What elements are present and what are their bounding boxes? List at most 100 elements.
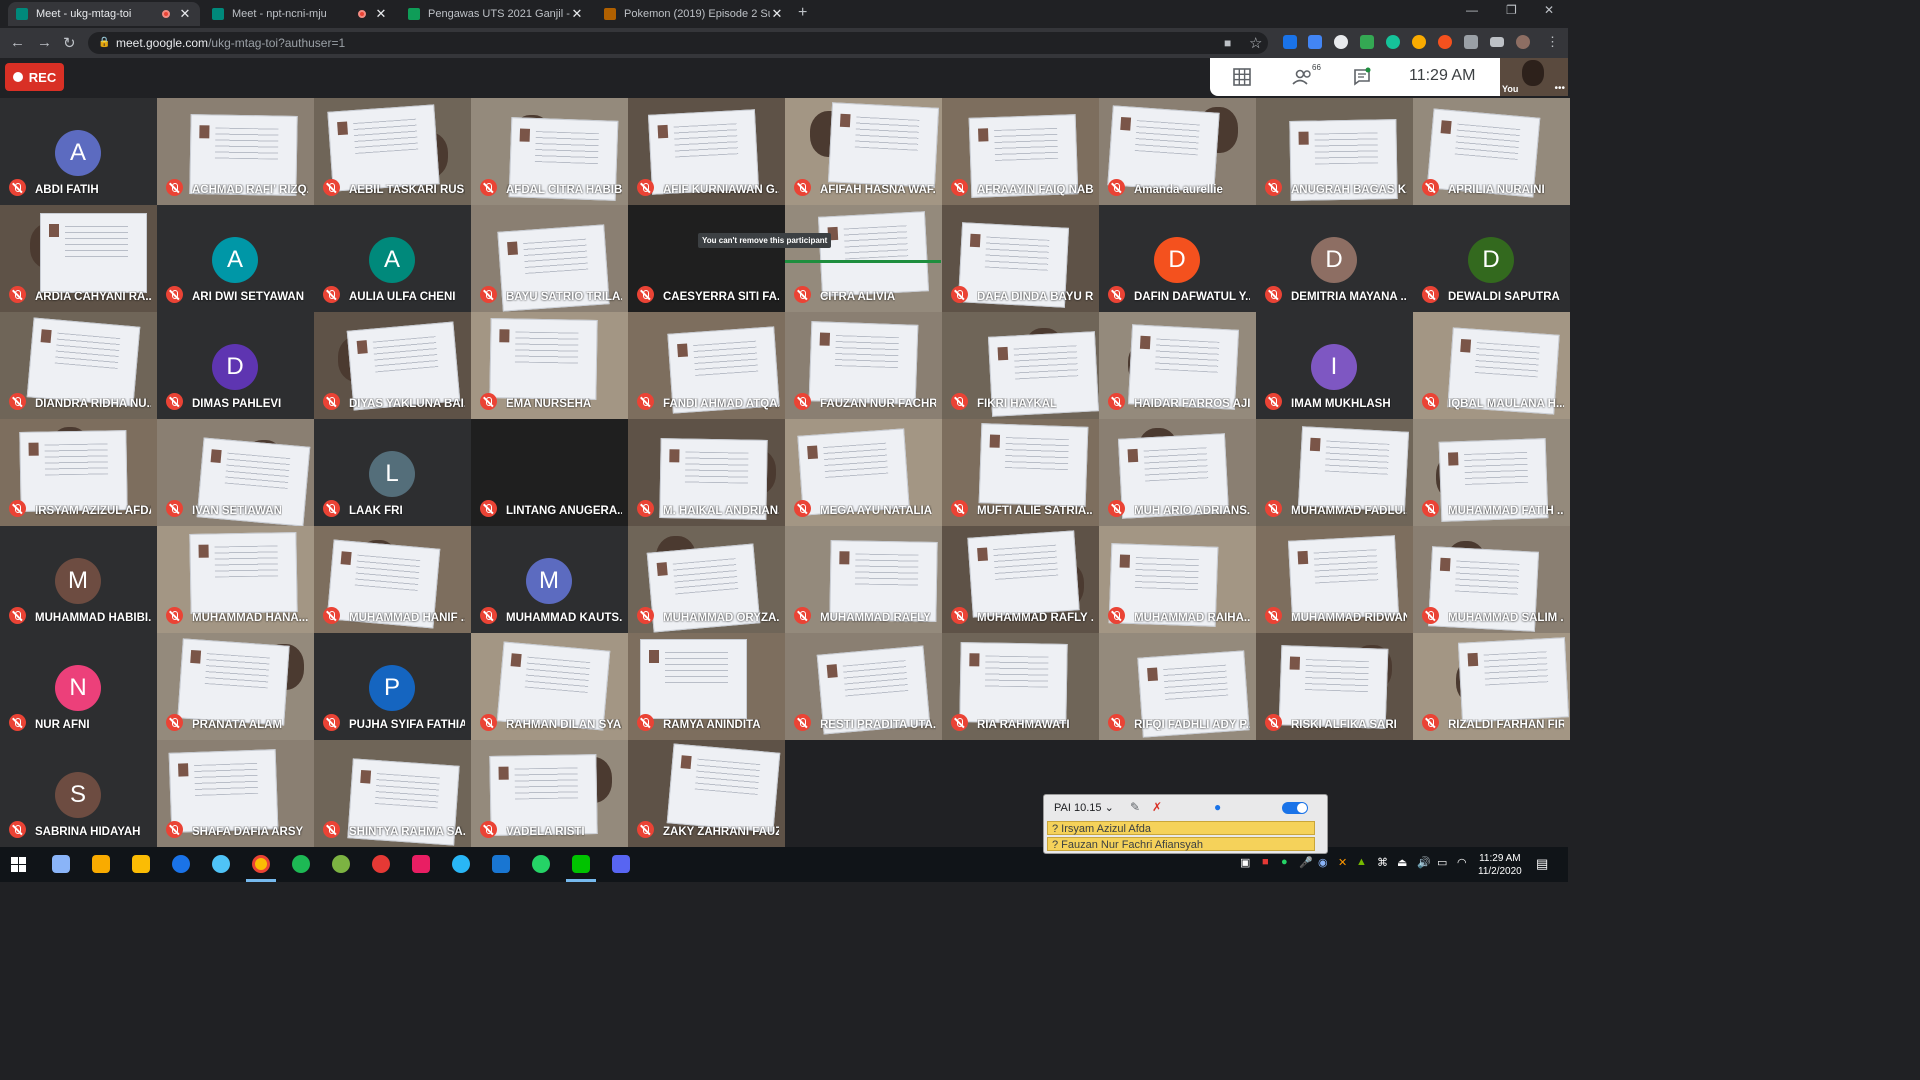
close-window-button[interactable]: ✕ xyxy=(1544,3,1554,17)
close-tab-icon[interactable]: ✕ xyxy=(770,6,784,22)
sticky-notes-icon[interactable] xyxy=(132,855,150,873)
participant-tile[interactable]: FIKRI HAYKAL xyxy=(942,312,1099,419)
reading-list-icon[interactable] xyxy=(1490,37,1504,47)
participant-tile[interactable]: FAUZAN NUR FACHR... xyxy=(785,312,942,419)
tray-app-icon[interactable]: ✕ xyxy=(1338,856,1347,869)
participant-tile[interactable]: AEBIL TASKARI RUS... xyxy=(314,98,471,205)
participant-tile[interactable]: MUHAMMAD ORYZA... xyxy=(628,526,785,633)
tray-steam-icon[interactable]: ◉ xyxy=(1318,856,1328,869)
participant-tile[interactable]: PRANATA ALAM xyxy=(157,633,314,740)
new-tab-button[interactable]: + xyxy=(798,4,807,22)
tray-network-icon[interactable]: ⌘ xyxy=(1377,856,1388,869)
browser-tab-sheets[interactable]: Pengawas UTS 2021 Ganjil - Goo ✕ xyxy=(400,2,592,26)
grammarly-extension-icon[interactable] xyxy=(1386,35,1400,49)
close-tab-icon[interactable]: ✕ xyxy=(178,6,192,22)
participant-tile[interactable]: IRSYAM AZIZUL AFDA xyxy=(0,419,157,526)
restore-window-button[interactable]: ❐ xyxy=(1506,3,1517,17)
tray-nvidia-icon[interactable]: ▲ xyxy=(1356,856,1367,868)
participant-tile[interactable]: MUHAMMAD RAIHA... xyxy=(1099,526,1256,633)
more-options-icon[interactable]: ••• xyxy=(1554,83,1565,94)
chat-icon[interactable] xyxy=(1352,67,1372,87)
app-blue-icon[interactable] xyxy=(492,855,510,873)
participant-tile[interactable]: RIA RAHMAWATI xyxy=(942,633,1099,740)
translate-extension-icon[interactable] xyxy=(1308,35,1322,49)
reload-icon[interactable]: ↻ xyxy=(63,34,76,52)
widget-toggle[interactable] xyxy=(1282,802,1308,814)
participant-tile[interactable]: AFRAAYIN FAIQ NAB... xyxy=(942,98,1099,205)
list-item[interactable]: ? Irsyam Azizul Afda xyxy=(1047,821,1315,835)
tray-mic-icon[interactable]: 🎤 xyxy=(1299,856,1313,869)
extension-6-icon[interactable] xyxy=(1412,35,1426,49)
close-tab-icon[interactable]: ✕ xyxy=(570,6,584,22)
tray-app-icon[interactable]: ▣ xyxy=(1240,856,1250,869)
app-green-icon[interactable] xyxy=(332,855,350,873)
system-clock[interactable]: 11:29 AM 11/2/2020 xyxy=(1478,852,1522,878)
participant-tile[interactable]: AFDAL CITRA HABIBI xyxy=(471,98,628,205)
chrome-icon[interactable] xyxy=(252,855,270,873)
participant-tile[interactable]: FANDI AHMAD ATQA... xyxy=(628,312,785,419)
participant-tile[interactable]: MUHAMMAD FADLU... xyxy=(1256,419,1413,526)
participant-tile[interactable]: MUFTI ALIE SATRIA... xyxy=(942,419,1099,526)
participant-tile[interactable]: A ABDI FATIH xyxy=(0,98,157,205)
file-manager-icon[interactable] xyxy=(52,855,70,873)
participant-tile[interactable]: SHAFA DAFIA ARSY xyxy=(157,740,314,847)
app-c-icon[interactable] xyxy=(212,855,230,873)
bookmark-star-icon[interactable]: ☆ xyxy=(1249,34,1262,52)
extension-4-icon[interactable] xyxy=(1360,35,1374,49)
participant-tile[interactable]: A ARI DWI SETYAWAN xyxy=(157,205,314,312)
participant-tile[interactable]: BAYU SATRIO TRILA... xyxy=(471,205,628,312)
participant-tile[interactable]: ARDIA CAHYANI RA... xyxy=(0,205,157,312)
participant-tile[interactable]: S SABRINA HIDAYAH xyxy=(0,740,157,847)
participant-tile[interactable]: MUHAMMAD FATIH ... xyxy=(1413,419,1570,526)
participant-tile[interactable]: RIZALDI FARHAN FIR... xyxy=(1413,633,1570,740)
participants-button[interactable]: 66 xyxy=(1292,63,1321,86)
participant-tile[interactable]: RISKI ALFIKA SARI xyxy=(1256,633,1413,740)
tray-usb-icon[interactable]: ⏏ xyxy=(1397,856,1407,869)
participant-tile[interactable]: DIYAS YAKLUNA BAI... xyxy=(314,312,471,419)
participant-tile[interactable]: SHINTYA RAHMA SA... xyxy=(314,740,471,847)
participant-tile[interactable]: RIFQI FADHLI ADY P... xyxy=(1099,633,1256,740)
participant-tile[interactable]: N NUR AFNI xyxy=(0,633,157,740)
participant-tile[interactable]: CAESYERRA SITI FA... xyxy=(628,205,785,312)
line-icon[interactable] xyxy=(572,855,590,873)
extension-7-icon[interactable] xyxy=(1438,35,1452,49)
participant-tile[interactable]: RAMYA ANINDITA xyxy=(628,633,785,740)
address-bar[interactable]: 🔒 meet.google.com/ukg-mtag-toi?authuser=… xyxy=(88,32,1268,54)
minimize-window-button[interactable]: — xyxy=(1466,3,1478,17)
wifi-icon[interactable]: ◠ xyxy=(1457,856,1467,869)
windows-start-icon[interactable] xyxy=(11,857,26,872)
participant-tile[interactable]: CITRA ALIVIA xyxy=(785,205,942,312)
participant-tile[interactable]: P PUJHA SYIFA FATHIA xyxy=(314,633,471,740)
participant-tile[interactable]: MUHAMMAD RAFLY xyxy=(785,526,942,633)
browser-tab-meet-ukg[interactable]: Meet - ukg-mtag-toi ✕ xyxy=(8,2,200,26)
profile-avatar[interactable] xyxy=(1516,35,1530,49)
participant-tile[interactable]: MUH ARIO ADRIANS... xyxy=(1099,419,1256,526)
volume-icon[interactable]: 🔊 xyxy=(1417,856,1431,869)
camera-icon[interactable]: ■ xyxy=(1224,36,1231,50)
participant-tile[interactable]: MEGA AYU NATALIA xyxy=(785,419,942,526)
slack-icon[interactable] xyxy=(412,855,430,873)
participant-tile[interactable]: IQBAL MAULANA H... xyxy=(1413,312,1570,419)
participant-tile[interactable]: I IMAM MUKHLASH xyxy=(1256,312,1413,419)
refresh-icon[interactable]: ● xyxy=(1214,800,1221,814)
participant-tile[interactable]: LINTANG ANUGERA... xyxy=(471,419,628,526)
participant-tile[interactable]: Amanda aurellie xyxy=(1099,98,1256,205)
participant-tile[interactable]: ANUGRAH BAGAS K... xyxy=(1256,98,1413,205)
extension-3-icon[interactable] xyxy=(1334,35,1348,49)
participant-tile[interactable]: IVAN SETIAWAN xyxy=(157,419,314,526)
app-red-icon[interactable] xyxy=(372,855,390,873)
menu-kebab-icon[interactable]: ⋮ xyxy=(1546,34,1559,50)
participant-tile[interactable]: ACHMAD RAFI' RIZQ... xyxy=(157,98,314,205)
participant-tile[interactable]: APRILIA NURAINI xyxy=(1413,98,1570,205)
participant-tile[interactable]: A AULIA ULFA CHENI xyxy=(314,205,471,312)
whatsapp-icon[interactable] xyxy=(532,855,550,873)
spotify-icon[interactable] xyxy=(292,855,310,873)
tray-app-icon[interactable]: ■ xyxy=(1262,856,1269,868)
edit-note-icon[interactable]: ✎ xyxy=(1130,800,1140,814)
clear-list-icon[interactable]: ✗ xyxy=(1152,800,1162,814)
browser-tab-meet-npt[interactable]: Meet - npt-ncni-mju ✕ xyxy=(204,2,396,26)
browser-tab-pokemon[interactable]: Pokemon (2019) Episode 2 Subti ✕ xyxy=(596,2,792,26)
battery-icon[interactable]: ▭ xyxy=(1437,856,1447,869)
participant-tile[interactable]: RESTI PRADITA UTA... xyxy=(785,633,942,740)
participant-tile[interactable]: DAFA DINDA BAYU R... xyxy=(942,205,1099,312)
